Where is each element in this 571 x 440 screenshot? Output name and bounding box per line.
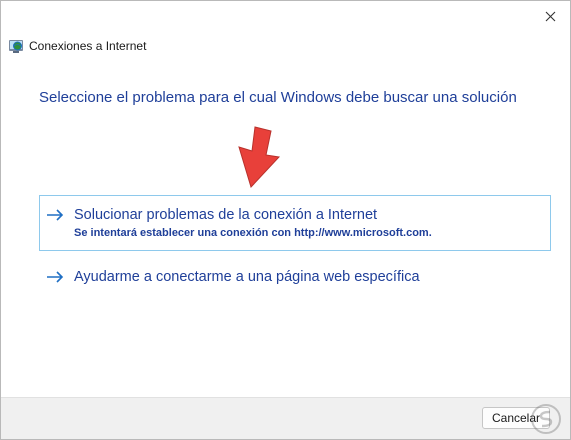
option-label: Solucionar problemas de la conexión a In… — [74, 207, 378, 223]
title-bar: Conexiones a Internet — [8, 36, 146, 56]
network-globe-icon — [9, 40, 23, 53]
watermark-logo-icon — [531, 404, 561, 434]
option-connect-specific-page[interactable]: Ayudarme a conectarme a una página web e… — [39, 263, 551, 295]
arrow-right-icon — [47, 209, 64, 221]
page-heading: Seleccione el problema para el cual Wind… — [39, 89, 517, 106]
window-title: Conexiones a Internet — [29, 39, 147, 53]
dialog-footer: Cancelar — [1, 397, 570, 439]
dialog-window: Conexiones a Internet Seleccione el prob… — [0, 0, 571, 440]
arrow-right-icon — [47, 271, 64, 283]
red-arrow-annotation-icon — [238, 126, 281, 188]
close-button[interactable] — [530, 1, 570, 31]
option-label: Ayudarme a conectarme a una página web e… — [74, 269, 420, 285]
option-troubleshoot-connection[interactable]: Solucionar problemas de la conexión a In… — [39, 195, 551, 251]
option-description: Se intentará establecer una conexión con… — [74, 227, 432, 239]
close-icon — [545, 11, 555, 21]
